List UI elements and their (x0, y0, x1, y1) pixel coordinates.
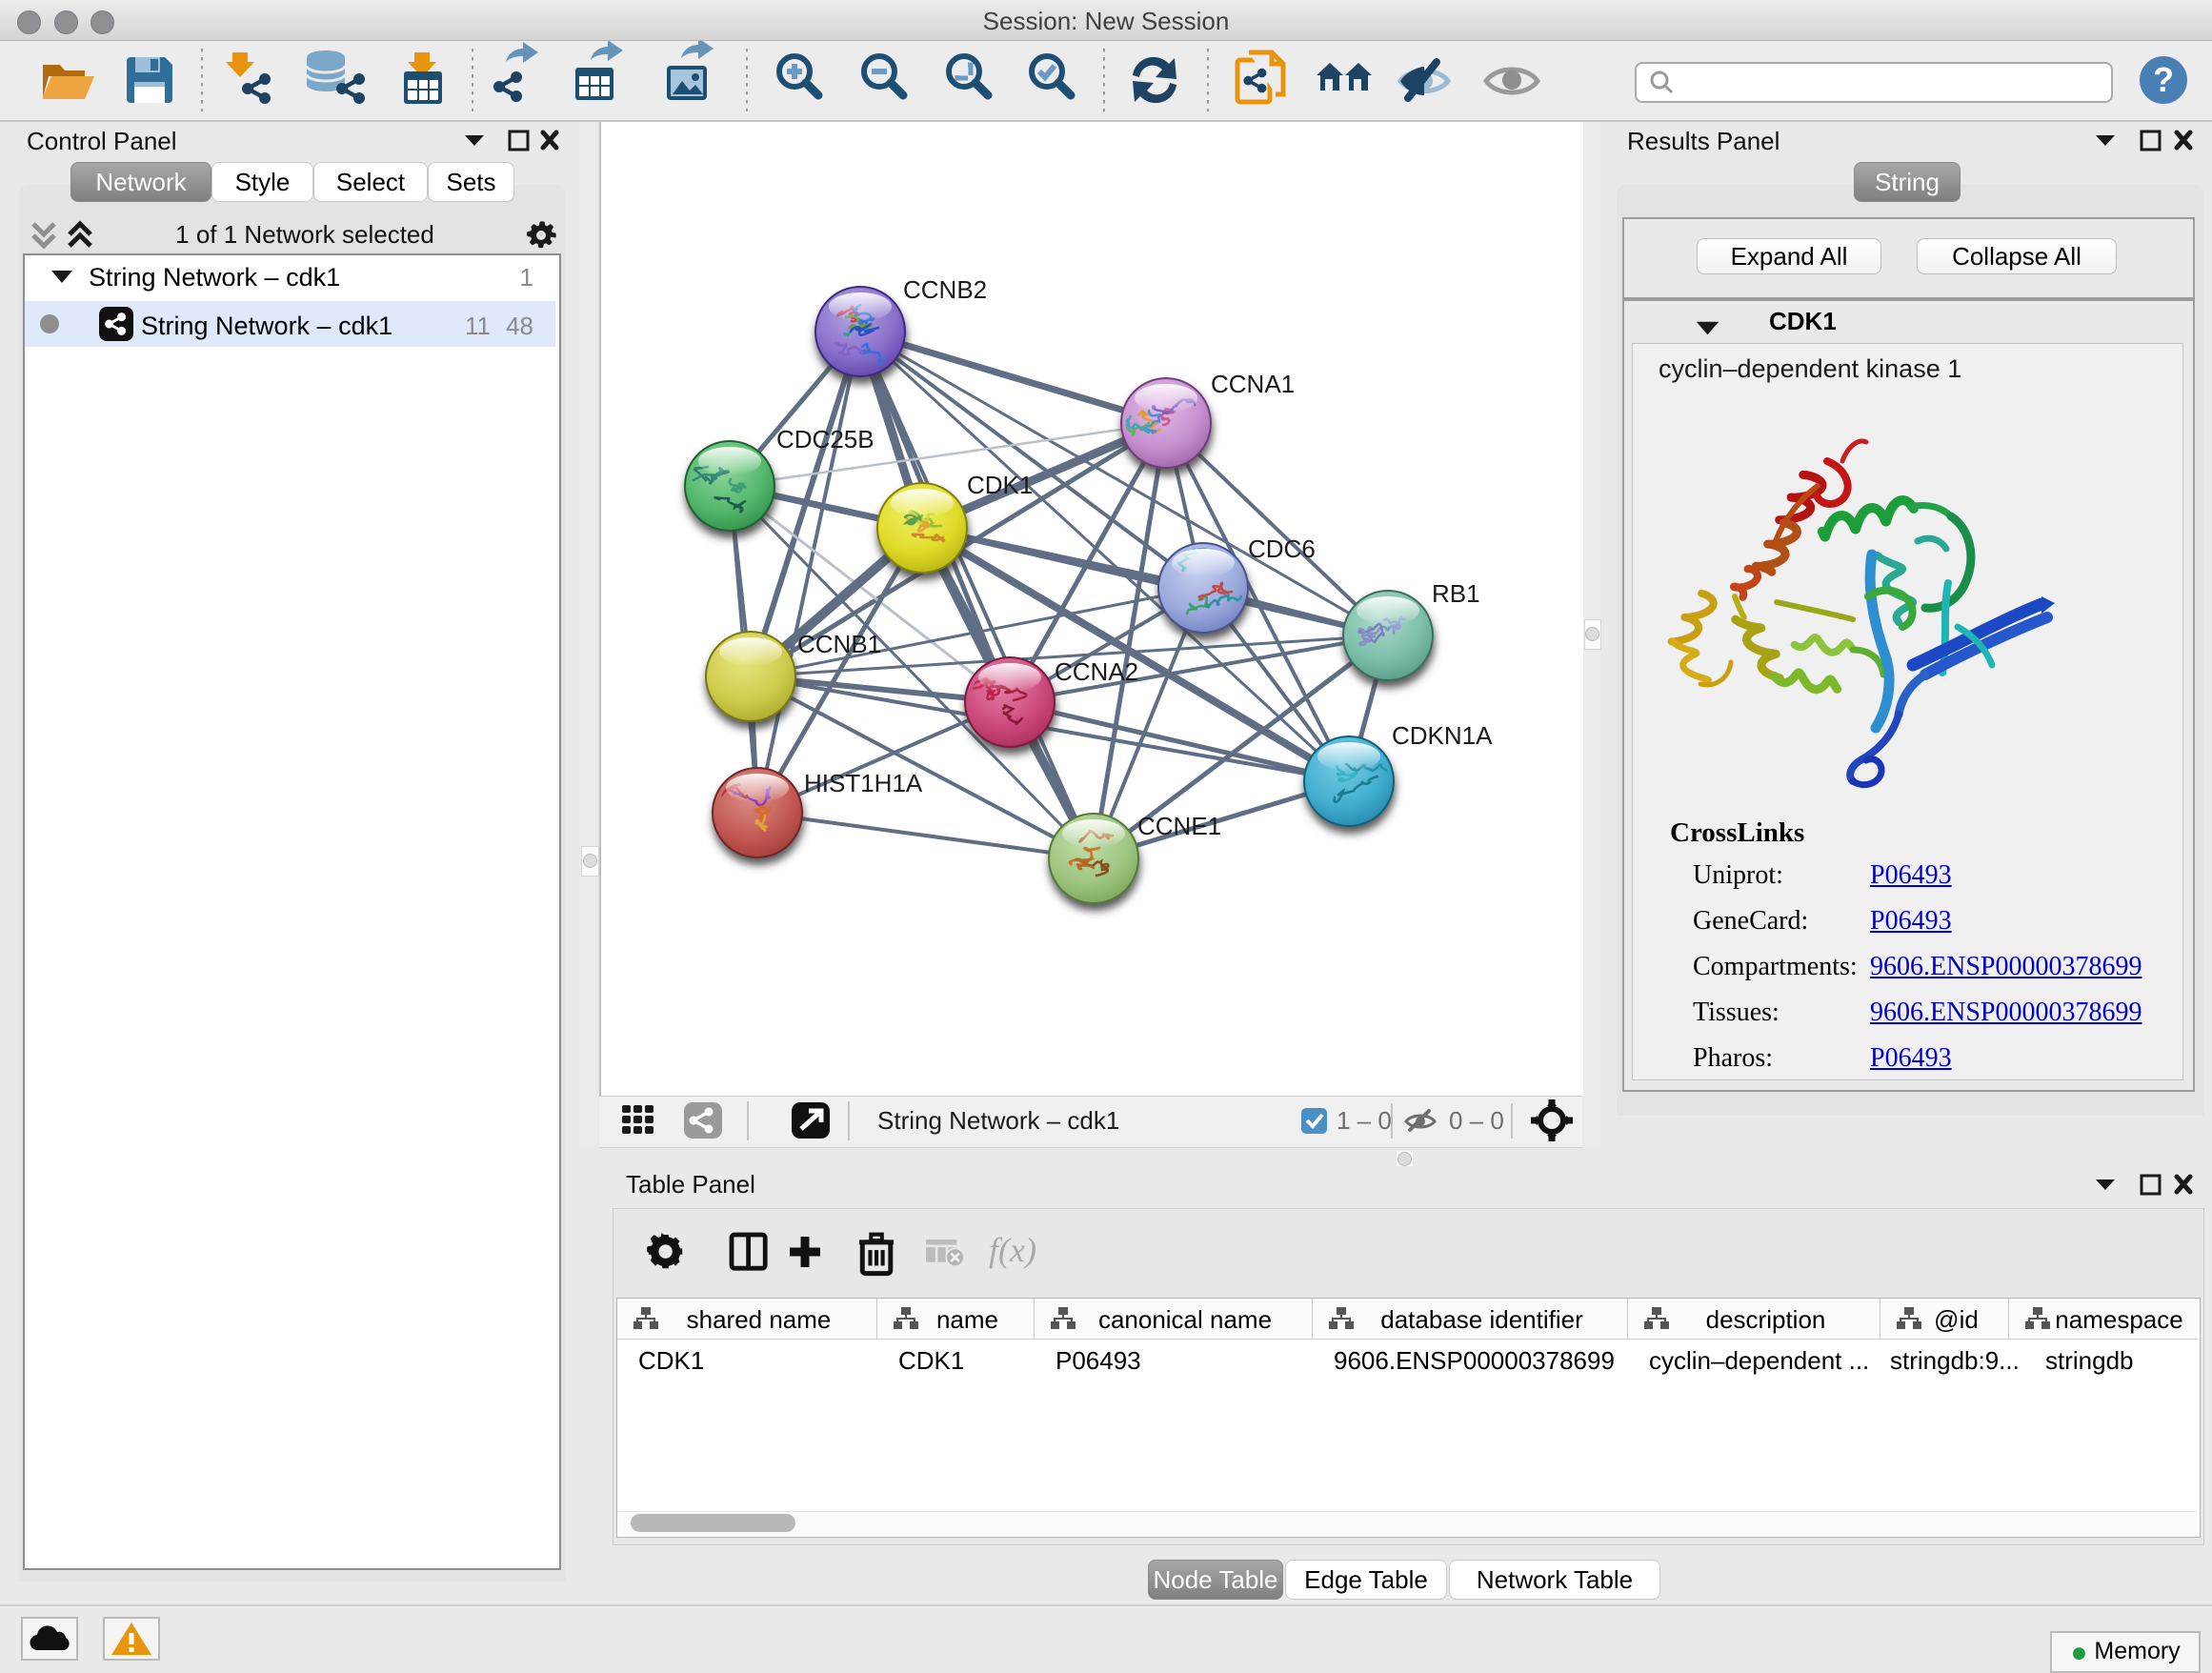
svg-text:CCNB2: CCNB2 (903, 275, 987, 304)
svg-text:RB1: RB1 (1432, 579, 1480, 608)
svg-text:CCNA1: CCNA1 (1211, 370, 1295, 398)
svg-text:CDC25B: CDC25B (776, 425, 875, 454)
svg-text:String Network – cdk1: String Network – cdk1 (877, 1106, 1119, 1135)
svg-text:CCNB1: CCNB1 (797, 630, 881, 658)
svg-text:CCNE1: CCNE1 (1137, 812, 1221, 840)
svg-text:CCNA2: CCNA2 (1055, 657, 1138, 686)
svg-text:HIST1H1A: HIST1H1A (804, 769, 923, 797)
svg-text:f(x): f(x) (989, 1231, 1036, 1269)
svg-text:CDC6: CDC6 (1248, 534, 1316, 563)
svg-text:?: ? (2153, 60, 2174, 99)
svg-text:0 – 0: 0 – 0 (1449, 1106, 1504, 1135)
svg-text:1 – 0: 1 – 0 (1337, 1106, 1392, 1135)
svg-text:CDKN1A: CDKN1A (1392, 721, 1493, 750)
svg-text:CDK1: CDK1 (967, 471, 1033, 499)
